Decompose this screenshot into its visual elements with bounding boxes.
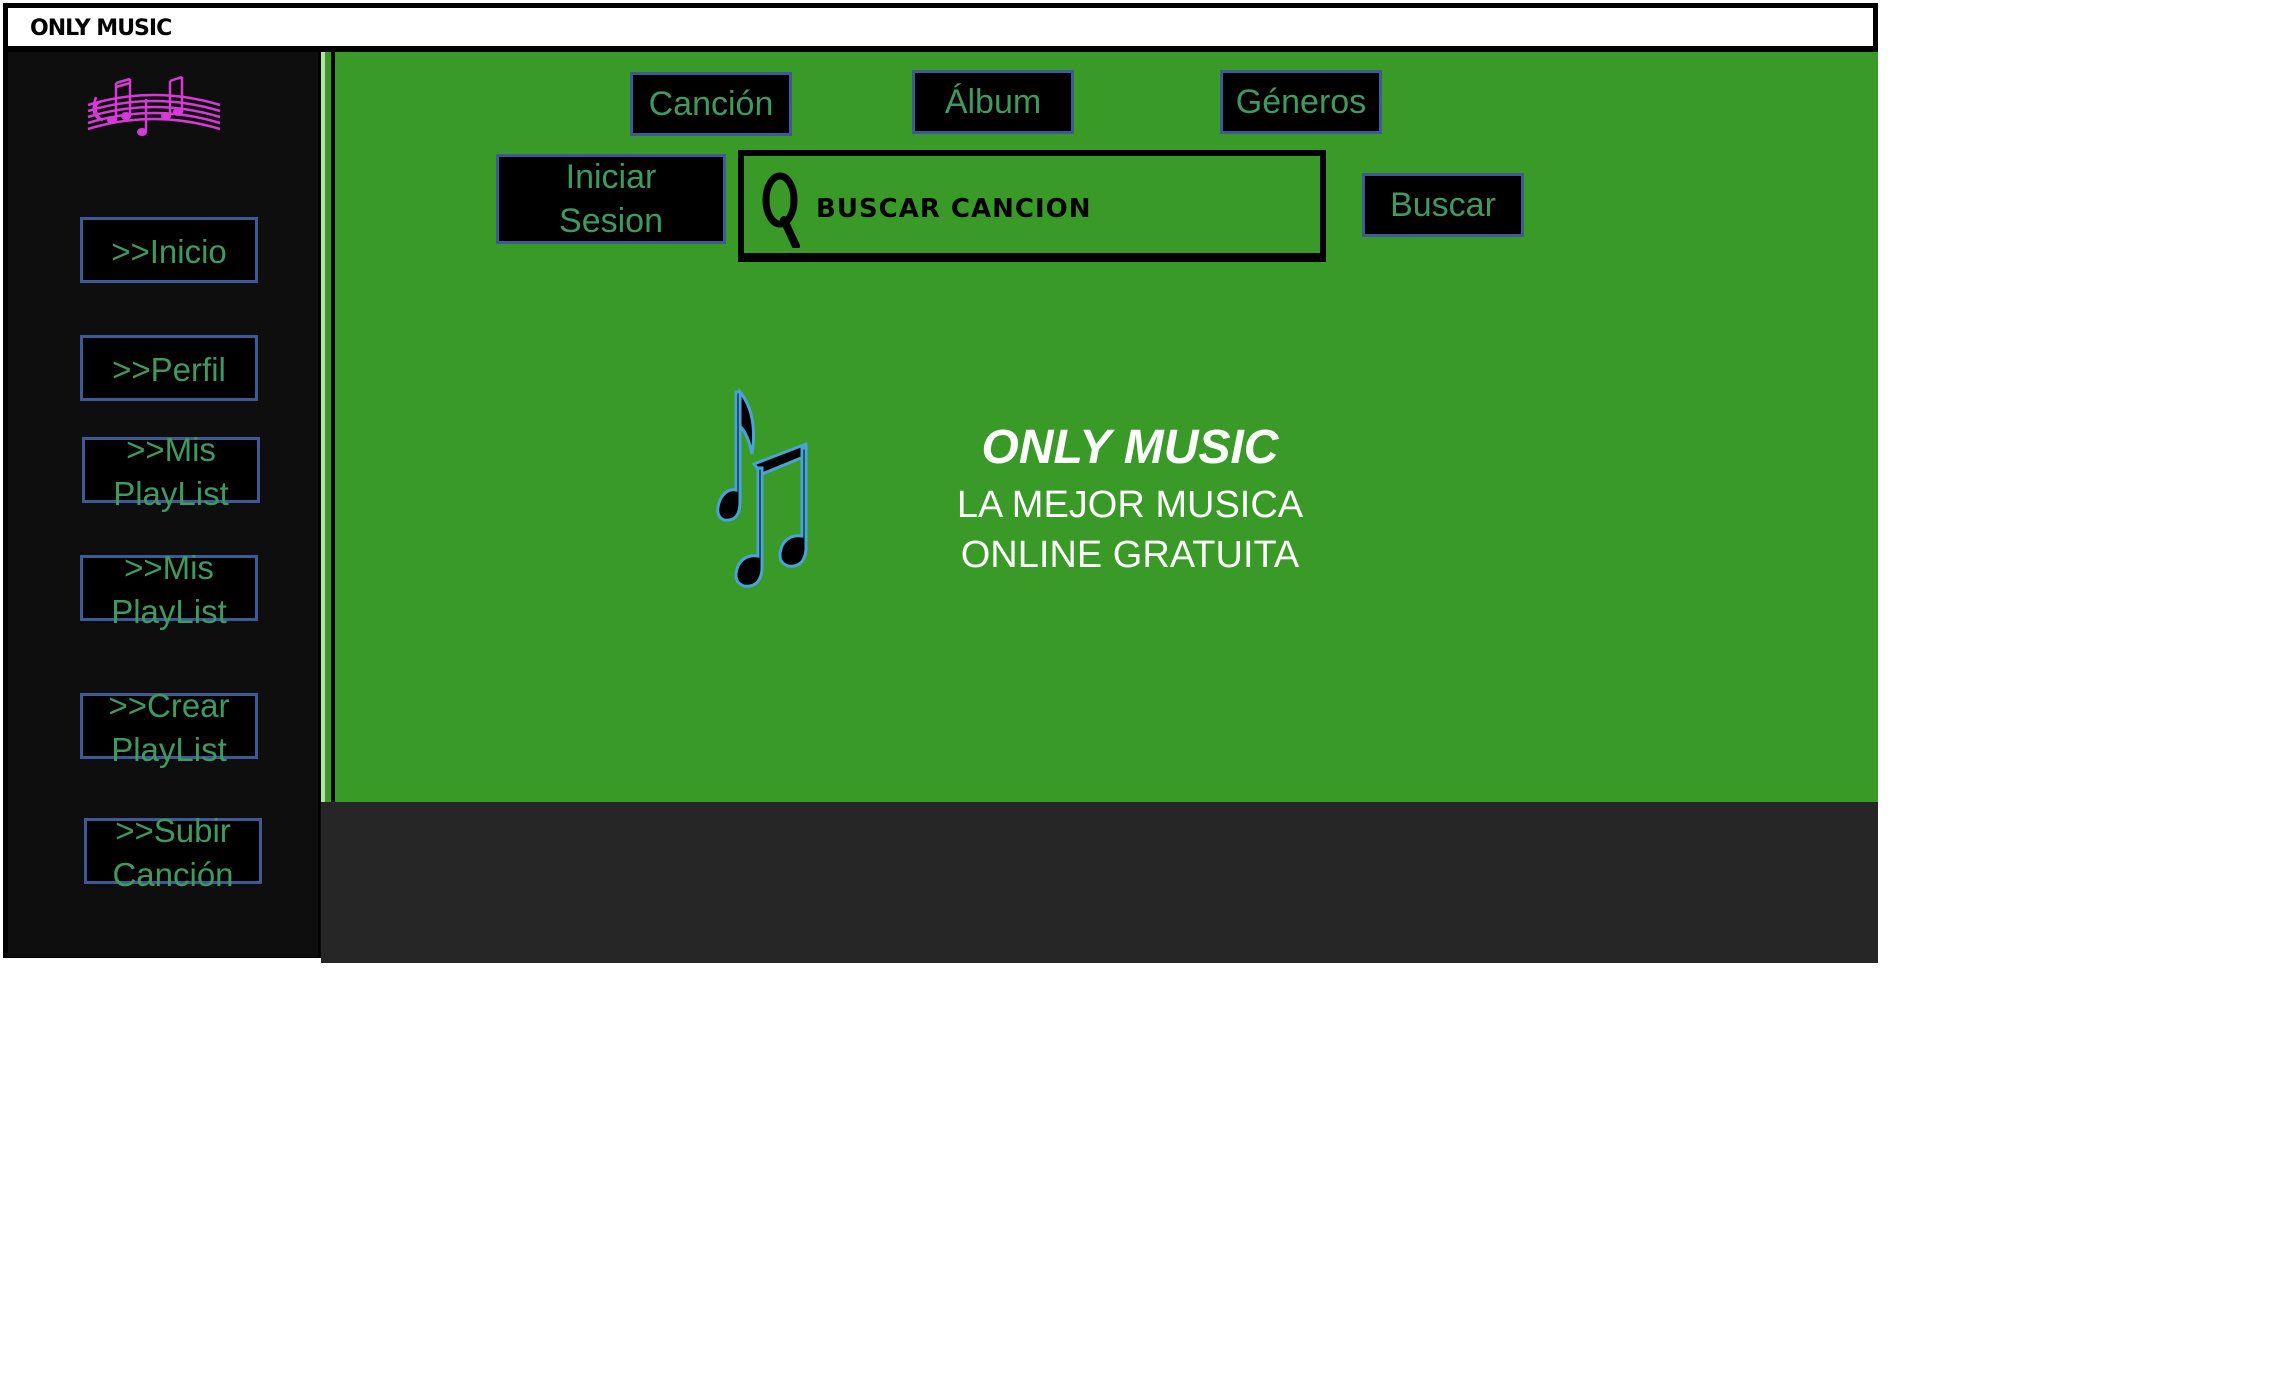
sidebar-item-inicio[interactable]: >>Inicio <box>80 217 258 283</box>
music-staff-icon <box>87 75 221 136</box>
tab-label: Géneros <box>1235 83 1367 121</box>
tab-label: Canción <box>648 85 774 123</box>
music-notes-icon <box>716 387 808 588</box>
login-label: Iniciar Sesion <box>559 158 663 240</box>
login-button[interactable]: Iniciar Sesion <box>496 154 726 244</box>
tab-label: Álbum <box>944 83 1042 121</box>
sidebar-item-label: >>Mis PlayList <box>113 431 229 512</box>
sidebar-item-mis-playlist-2[interactable]: >>Mis PlayList <box>80 549 258 630</box>
sidebar-item-label: >>Subir Canción <box>112 812 234 893</box>
search-button-label: Buscar <box>1390 186 1496 224</box>
tab-album[interactable]: Álbum <box>912 70 1074 134</box>
search-button[interactable]: Buscar <box>1362 173 1524 237</box>
hero-subtitle-line1: LA MEJOR MUSICA <box>956 484 1304 526</box>
divider <box>331 52 335 802</box>
search-input[interactable]: BUSCAR CANCION <box>738 150 1326 262</box>
sidebar-item-label: >>Crear PlayList <box>108 687 230 768</box>
search-placeholder: BUSCAR CANCION <box>816 194 1092 224</box>
sidebar-item-label: >>Mis PlayList <box>111 549 227 630</box>
hero-subtitle: LA MEJOR MUSICA ONLINE GRATUITA <box>900 480 1360 580</box>
app-title: ONLY MUSIC <box>30 16 172 41</box>
sidebar-item-mis-playlist[interactable]: >>Mis PlayList <box>82 431 260 512</box>
tab-generos[interactable]: Géneros <box>1220 70 1382 134</box>
hero-subtitle-line2: ONLINE GRATUITA <box>960 534 1300 576</box>
sidebar-item-subir-cancion[interactable]: >>Subir Canción <box>84 812 262 893</box>
sidebar-item-label: >>Perfil <box>112 351 226 388</box>
hero-title: ONLY MUSIC <box>981 421 1279 474</box>
title-bar: ONLY MUSIC <box>8 8 1873 52</box>
tab-cancion[interactable]: Canción <box>630 72 792 136</box>
divider <box>321 52 325 802</box>
sidebar-item-crear-playlist[interactable]: >>Crear PlayList <box>80 687 258 768</box>
sidebar-item-perfil[interactable]: >>Perfil <box>80 335 258 401</box>
player-bar <box>321 802 1878 963</box>
search-icon <box>762 172 800 248</box>
sidebar-item-label: >>Inicio <box>111 233 227 270</box>
